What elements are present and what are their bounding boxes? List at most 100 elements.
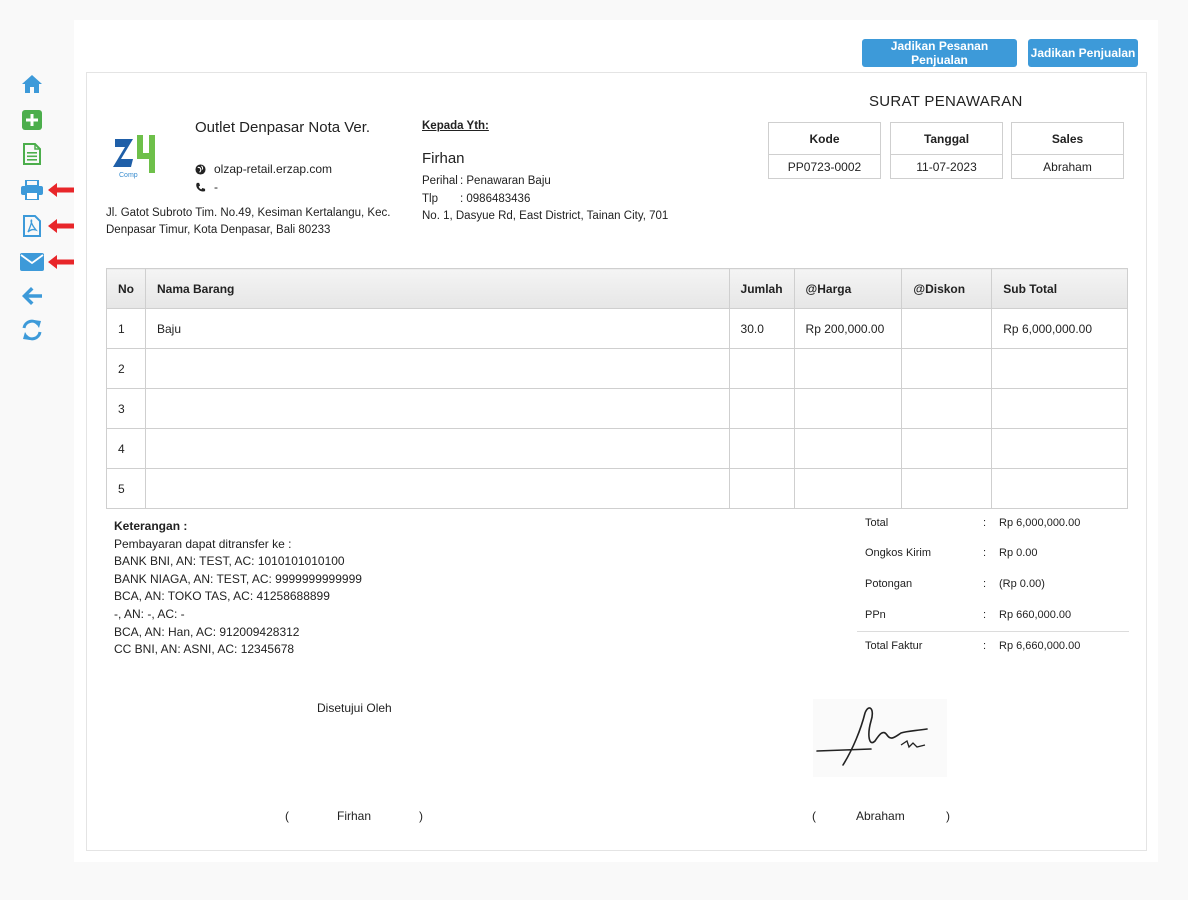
table-cell: 5 <box>106 468 146 509</box>
items-table: No Nama Barang Jumlah @Harga @Diskon Sub… <box>106 268 1128 509</box>
pdf-icon[interactable] <box>18 212 46 240</box>
column-header: Nama Barang <box>145 268 730 309</box>
paren-open: ( <box>285 809 289 823</box>
table-cell: 30.0 <box>728 308 795 349</box>
customer-address: No. 1, Dasyue Rd, East District, Tainan … <box>422 210 669 222</box>
back-arrow-icon[interactable] <box>18 282 46 310</box>
discount-row: Potongan : (Rp 0.00) <box>865 578 1129 590</box>
colon: : <box>983 640 987 652</box>
convert-to-sales-order-button[interactable]: Jadikan Pesanan Penjualan <box>862 39 1017 67</box>
outlet-phone-row: - <box>195 180 218 194</box>
sales-box: Sales Abraham <box>1011 122 1124 179</box>
home-icon[interactable] <box>18 70 46 98</box>
code-value: PP0723-0002 <box>787 160 862 174</box>
date-value: 11-07-2023 <box>916 160 977 174</box>
notes-title: Keterangan : <box>114 519 188 533</box>
discount-value: (Rp 0.00) <box>999 578 1045 590</box>
table-cell <box>728 388 795 429</box>
subject-row: Perihal : Penawaran Baju <box>422 175 551 187</box>
document-title: SURAT PENAWARAN <box>869 93 1023 110</box>
table-cell <box>901 468 993 509</box>
table-row: 1 Baju 30.0 Rp 200,000.00 Rp 6,000,000.0… <box>106 308 1128 349</box>
table-row: 3 <box>106 388 1128 429</box>
table-cell: 3 <box>106 388 146 429</box>
customer-signer: Firhan <box>337 809 372 823</box>
email-icon[interactable] <box>18 248 46 276</box>
shipping-row: Ongkos Kirim : Rp 0.00 <box>865 547 1129 559</box>
table-cell <box>991 428 1128 469</box>
discount-label: Potongan <box>865 578 913 590</box>
code-label: Kode <box>769 123 880 155</box>
subject-value: : Penawaran Baju <box>460 175 551 187</box>
sales-label: Sales <box>1012 123 1123 155</box>
annotation-arrow <box>48 183 74 197</box>
table-header-row: No Nama Barang Jumlah @Harga @Diskon Sub… <box>106 268 1128 309</box>
table-cell <box>901 308 993 349</box>
table-cell <box>145 388 730 429</box>
notes-section: Keterangan : Pembayaran dapat ditransfer… <box>114 518 362 659</box>
convert-to-sale-button[interactable]: Jadikan Penjualan <box>1028 39 1138 67</box>
plus-square-icon[interactable] <box>18 106 46 134</box>
table-cell <box>991 468 1128 509</box>
notes-line: BANK NIAGA, AN: TEST, AC: 9999999999999 <box>114 571 362 586</box>
table-cell: 2 <box>106 348 146 389</box>
table-cell: 1 <box>106 308 146 349</box>
code-box: Kode PP0723-0002 <box>768 122 881 179</box>
customer-phone-row: Tlp : 0986483436 <box>422 193 530 205</box>
table-row: 2 <box>106 348 1128 389</box>
table-cell <box>145 468 730 509</box>
table-cell: Rp 6,000,000.00 <box>991 308 1128 349</box>
table-cell <box>991 348 1128 389</box>
outlet-address: Jl. Gatot Subroto Tim. No.49, Kesiman Ke… <box>106 207 391 236</box>
column-header: No <box>106 268 146 309</box>
table-cell <box>145 428 730 469</box>
tax-label: PPn <box>865 609 886 621</box>
colon: : <box>983 547 987 559</box>
table-cell: Baju <box>145 308 730 349</box>
outlet-website: olzap-retail.erzap.com <box>214 162 333 176</box>
tax-value: Rp 660,000.00 <box>999 609 1072 621</box>
print-icon[interactable] <box>18 176 46 204</box>
shipping-label: Ongkos Kirim <box>865 547 932 559</box>
outlet-website-row: olzap-retail.erzap.com <box>195 162 332 176</box>
refresh-icon[interactable] <box>18 316 46 344</box>
notes-line: BCA, AN: Han, AC: 912009428312 <box>114 624 300 639</box>
table-cell <box>728 428 795 469</box>
document-icon[interactable] <box>18 140 46 168</box>
invoice-total-value: Rp 6,660,000.00 <box>999 640 1081 652</box>
column-header: @Diskon <box>901 268 993 309</box>
customer-signature-name: ( Firhan ) <box>285 809 423 823</box>
total-row: Total : Rp 6,000,000.00 <box>865 517 1129 529</box>
customer-phone-label: Tlp <box>422 193 438 205</box>
table-cell <box>901 348 993 389</box>
notes-line: BCA, AN: TOKO TAS, AC: 41258688899 <box>114 589 330 604</box>
table-cell <box>901 428 993 469</box>
sales-value: Abraham <box>1043 160 1092 174</box>
column-header: @Harga <box>793 268 903 309</box>
approved-by-label: Disetujui Oleh <box>317 701 392 715</box>
outlet-name: Outlet Denpasar Nota Ver. <box>195 119 371 136</box>
globe-icon <box>195 163 206 175</box>
table-cell <box>991 388 1128 429</box>
table-cell <box>728 348 795 389</box>
subject-label: Perihal <box>422 175 458 187</box>
customer-phone: : 0986483436 <box>460 193 531 205</box>
svg-text:Comp: Comp <box>119 172 138 179</box>
colon: : <box>983 517 987 529</box>
table-row: 4 <box>106 428 1128 469</box>
invoice-total-label: Total Faktur <box>865 640 923 652</box>
date-box: Tanggal 11-07-2023 <box>890 122 1003 179</box>
column-header: Jumlah <box>728 268 795 309</box>
table-cell <box>793 348 903 389</box>
notes-line: -, AN: -, AC: - <box>114 606 185 621</box>
table-cell <box>793 388 903 429</box>
column-header: Sub Total <box>991 268 1128 309</box>
sales-signature-name: ( Abraham ) <box>812 809 950 823</box>
shipping-value: Rp 0.00 <box>999 547 1038 559</box>
table-cell <box>728 468 795 509</box>
paren-close: ) <box>946 809 950 823</box>
tax-row: PPn : Rp 660,000.00 <box>865 609 1129 621</box>
date-label: Tanggal <box>891 123 1002 155</box>
customer-name: Firhan <box>422 150 465 167</box>
colon: : <box>983 609 987 621</box>
